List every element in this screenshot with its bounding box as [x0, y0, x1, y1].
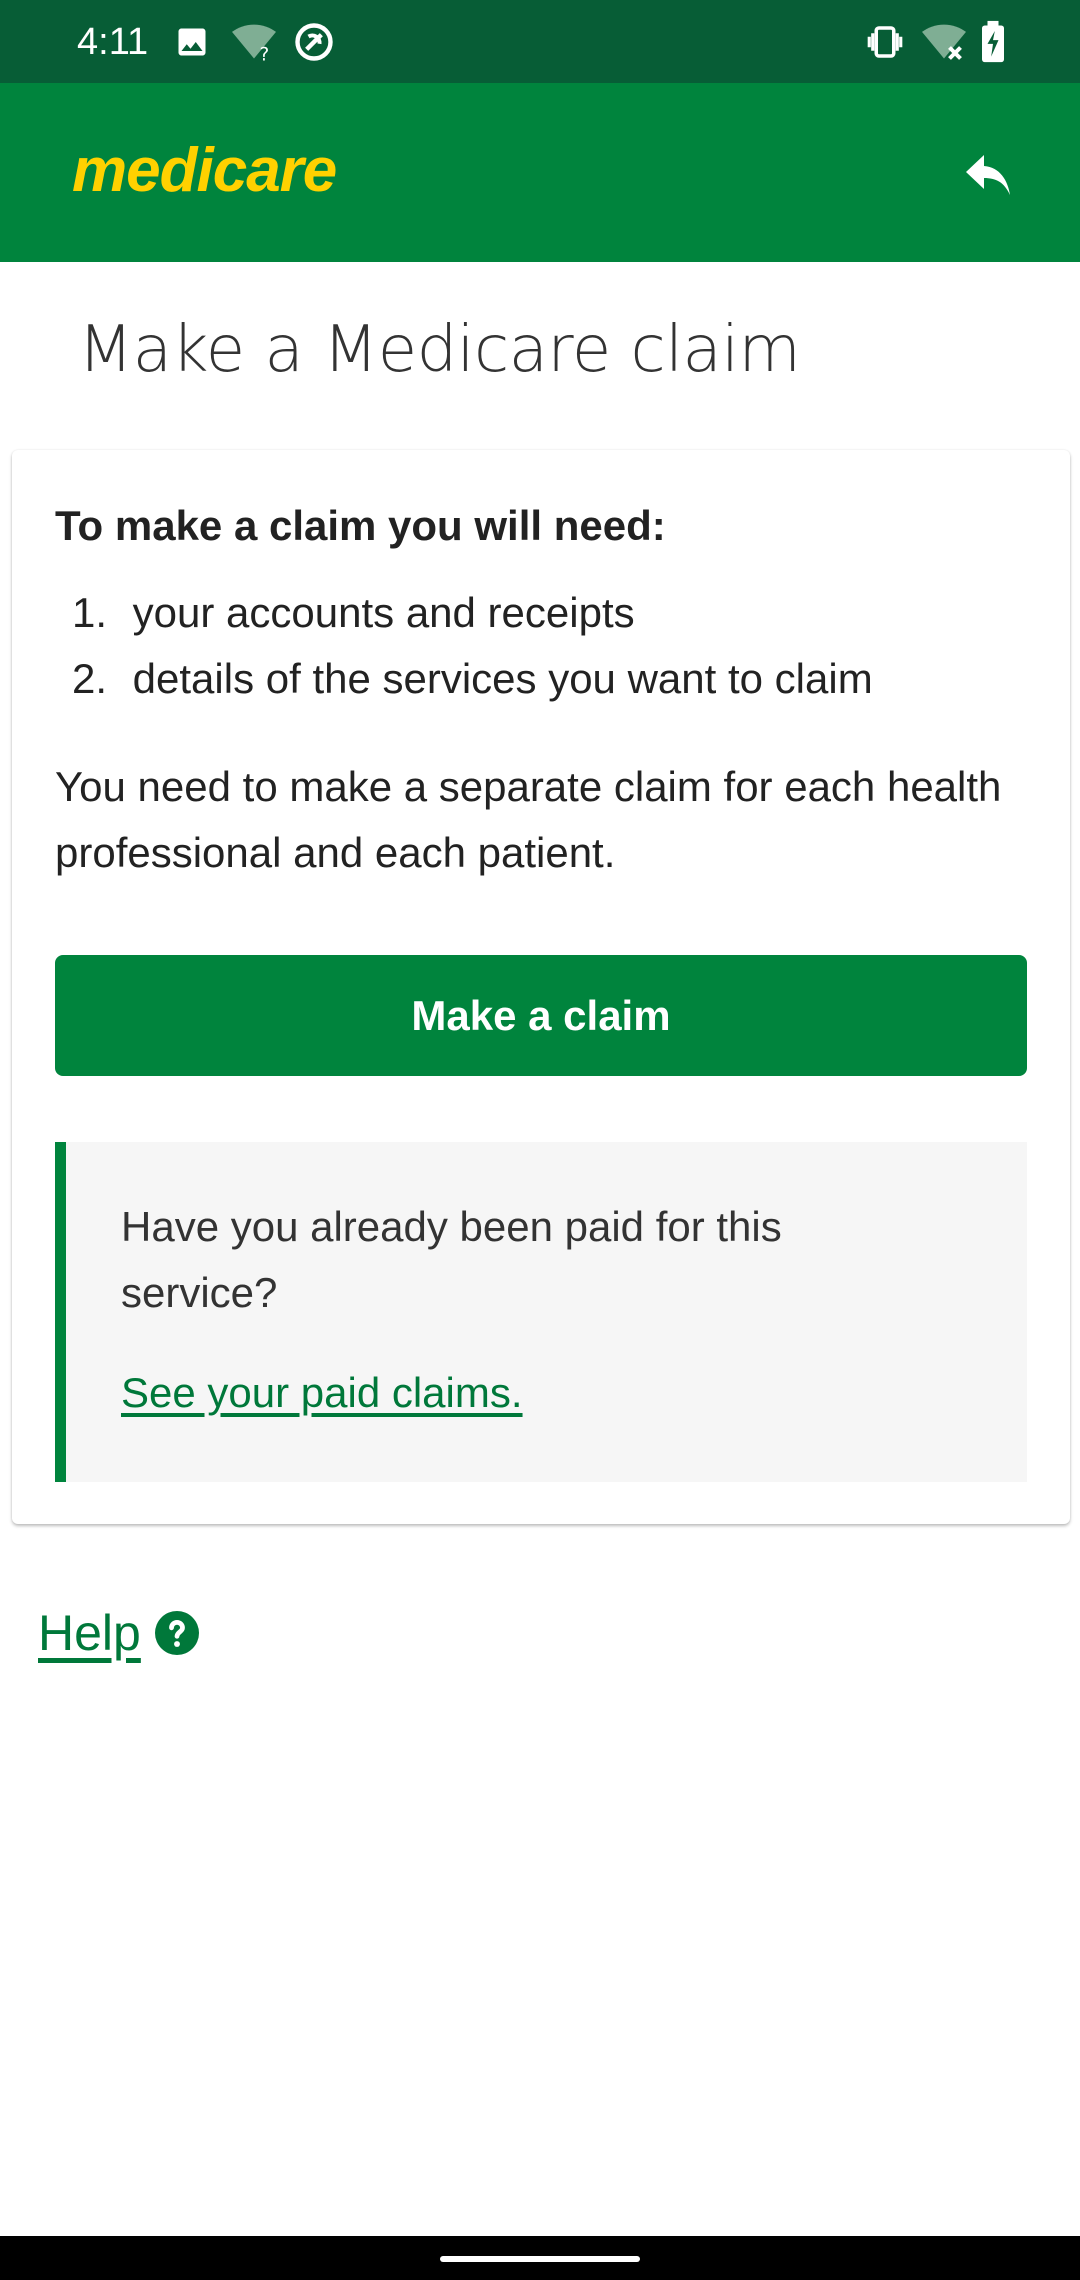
list-item-number: 2.	[71, 655, 107, 702]
navigation-bar	[0, 2236, 1080, 2280]
list-item-text: your accounts and receipts	[132, 589, 635, 636]
separate-claim-note: You need to make a separate claim for ea…	[55, 763, 1002, 876]
page-title: Make a Medicare claim	[78, 313, 801, 387]
home-gesture-handle[interactable]	[440, 2256, 640, 2262]
paid-question-text: Have you already been paid for this serv…	[121, 1203, 782, 1316]
see-paid-claims-link[interactable]: See your paid claims.	[121, 1360, 523, 1426]
back-button[interactable]	[952, 137, 1032, 217]
image-icon	[178, 28, 206, 56]
requirements-heading: To make a claim you will need:	[55, 502, 666, 549]
list-item: 2. details of the services you want to c…	[55, 646, 873, 712]
svg-text:?: ?	[260, 44, 270, 64]
claim-card: To make a claim you will need: 1. your a…	[12, 450, 1070, 1524]
list-item: 1. your accounts and receipts	[55, 580, 873, 646]
list-item-number: 1.	[71, 589, 107, 636]
status-time: 4:11	[77, 21, 149, 63]
app-header: medicare	[0, 83, 1080, 262]
medicare-logo: medicare	[72, 136, 337, 205]
make-claim-button[interactable]: Make a claim	[55, 955, 1027, 1076]
vibrate-icon	[867, 26, 903, 58]
battery-charging-icon	[982, 20, 1004, 63]
data-saver-icon	[295, 23, 333, 61]
help-link[interactable]: Help	[38, 1600, 199, 1666]
list-item-text: details of the services you want to clai…	[132, 655, 873, 702]
requirements-list: 1. your accounts and receipts 2. details…	[55, 580, 873, 712]
help-label: Help	[38, 1605, 141, 1661]
wifi-question-icon: ?	[232, 24, 276, 64]
status-bar: 4:11 ?	[0, 0, 1080, 83]
paid-claims-info-box: Have you already been paid for this serv…	[55, 1142, 1027, 1482]
wifi-off-icon	[922, 24, 966, 60]
reply-arrow-icon	[966, 155, 1010, 195]
help-circle-icon	[154, 1611, 199, 1655]
